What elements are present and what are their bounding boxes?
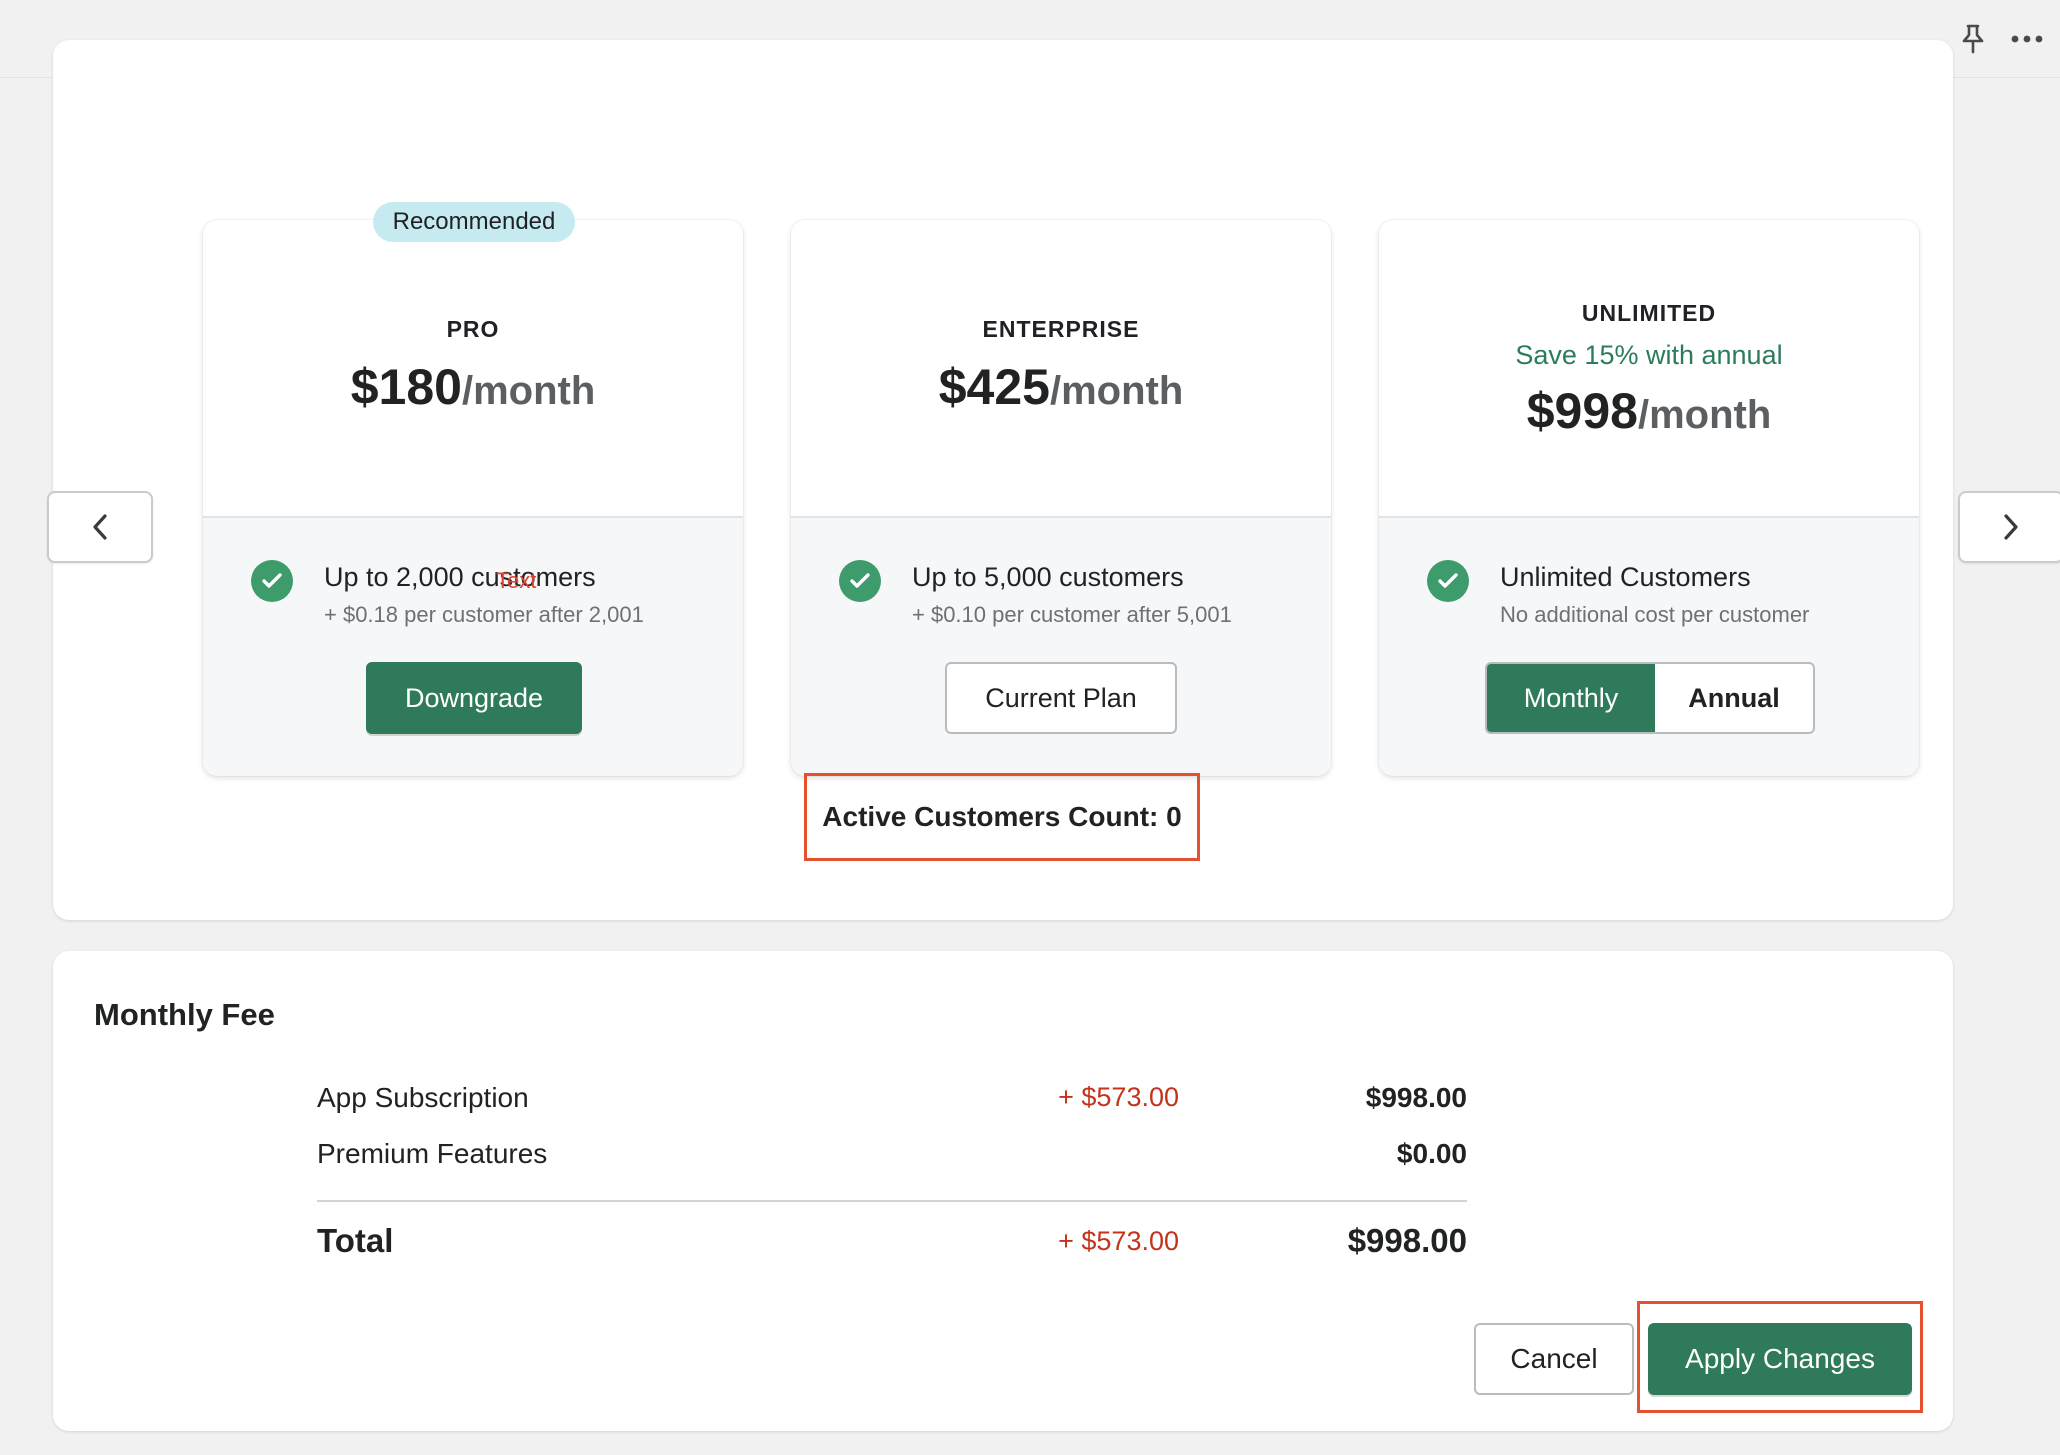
billing-toggle: Monthly Annual: [1485, 662, 1815, 734]
total-delta: + $573.00: [1058, 1226, 1179, 1256]
annual-savings-text: Save 15% with annual: [1515, 340, 1783, 370]
feature-note: + $0.10 per customer after 5,001: [912, 602, 1232, 627]
pin-icon[interactable]: [1952, 18, 1994, 60]
annotation-text: Text: [496, 568, 537, 593]
plan-price: $998/month: [1379, 382, 1919, 440]
plan-price: $180/month: [203, 358, 743, 416]
downgrade-button[interactable]: Downgrade: [366, 662, 582, 734]
more-horizontal-icon[interactable]: [2006, 18, 2048, 60]
recommended-badge: Recommended: [373, 202, 575, 242]
next-plans-button[interactable]: [1958, 491, 2060, 563]
apply-changes-button[interactable]: Apply Changes: [1648, 1323, 1912, 1395]
chevron-right-icon: [2004, 514, 2018, 540]
plan-card-enterprise: ENTERPRISE $425/month Up to 5,000 custom…: [791, 220, 1331, 776]
feature-note: + $0.18 per customer after 2,001: [324, 602, 644, 627]
fee-label: Premium Features: [317, 1138, 548, 1169]
price-period: /month: [461, 369, 596, 413]
previous-plans-button[interactable]: [47, 491, 153, 563]
fee-row: App Subscription + $573.00 $998.00: [317, 1082, 1467, 1122]
plan-name: ENTERPRISE: [982, 316, 1140, 342]
fee-amount: $998.00: [1365, 1082, 1467, 1113]
plan-header: ENTERPRISE $425/month: [791, 220, 1331, 518]
plan-name: PRO: [446, 316, 500, 342]
price-amount: $425: [938, 359, 1050, 415]
plan-card-unlimited: UNLIMITED Save 15% with annual $998/mont…: [1379, 220, 1919, 776]
price-period: /month: [1637, 393, 1772, 437]
total-label: Total: [317, 1222, 394, 1259]
billing-annual-option[interactable]: Annual: [1655, 664, 1813, 732]
plan-features: Up to 2,000 customers + $0.18 per custom…: [203, 518, 743, 776]
feature-note: No additional cost per customer: [1500, 602, 1810, 627]
plan-features: Up to 5,000 customers + $0.10 per custom…: [791, 518, 1331, 776]
feature-text: Unlimited Customers: [1500, 562, 1751, 592]
check-circle-icon: [1427, 560, 1469, 602]
plan-header: PRO $180/month: [203, 220, 743, 518]
check-circle-icon: [251, 560, 293, 602]
chevron-left-icon: [93, 514, 107, 540]
price-amount: $180: [350, 359, 462, 415]
apply-highlight: Apply Changes: [1637, 1301, 1923, 1413]
monthly-fee-card: Monthly Fee App Subscription + $573.00 $…: [53, 951, 1953, 1431]
fee-row: Premium Features $0.00: [317, 1138, 1467, 1178]
check-circle-icon: [839, 560, 881, 602]
billing-monthly-option[interactable]: Monthly: [1487, 664, 1655, 732]
price-amount: $998: [1526, 383, 1638, 439]
cancel-button[interactable]: Cancel: [1474, 1323, 1634, 1395]
total-divider: [317, 1200, 1467, 1202]
fee-total-row: Total + $573.00 $998.00: [317, 1222, 1467, 1262]
fee-delta: + $573.00: [1058, 1082, 1179, 1112]
fee-title: Monthly Fee: [94, 997, 275, 1032]
plan-name: UNLIMITED: [1581, 300, 1717, 326]
current-plan-button[interactable]: Current Plan: [945, 662, 1177, 734]
plans-card: PRO $180/month Recommended Up to 2,000 c…: [47, 40, 2060, 920]
price-period: /month: [1049, 369, 1184, 413]
plan-price: $425/month: [791, 358, 1331, 416]
plan-card-pro: PRO $180/month Recommended Up to 2,000 c…: [203, 202, 743, 776]
plan-header: UNLIMITED Save 15% with annual $998/mont…: [1379, 220, 1919, 518]
fee-label: App Subscription: [317, 1082, 529, 1113]
total-amount: $998.00: [1347, 1222, 1467, 1259]
feature-text: Up to 2,000 customers: [324, 562, 596, 592]
fee-amount: $0.00: [1396, 1138, 1467, 1169]
feature-text: Up to 5,000 customers: [912, 562, 1184, 592]
plan-features: Unlimited Customers No additional cost p…: [1379, 518, 1919, 776]
active-customers-count: Active Customers Count: 0: [804, 773, 1200, 861]
